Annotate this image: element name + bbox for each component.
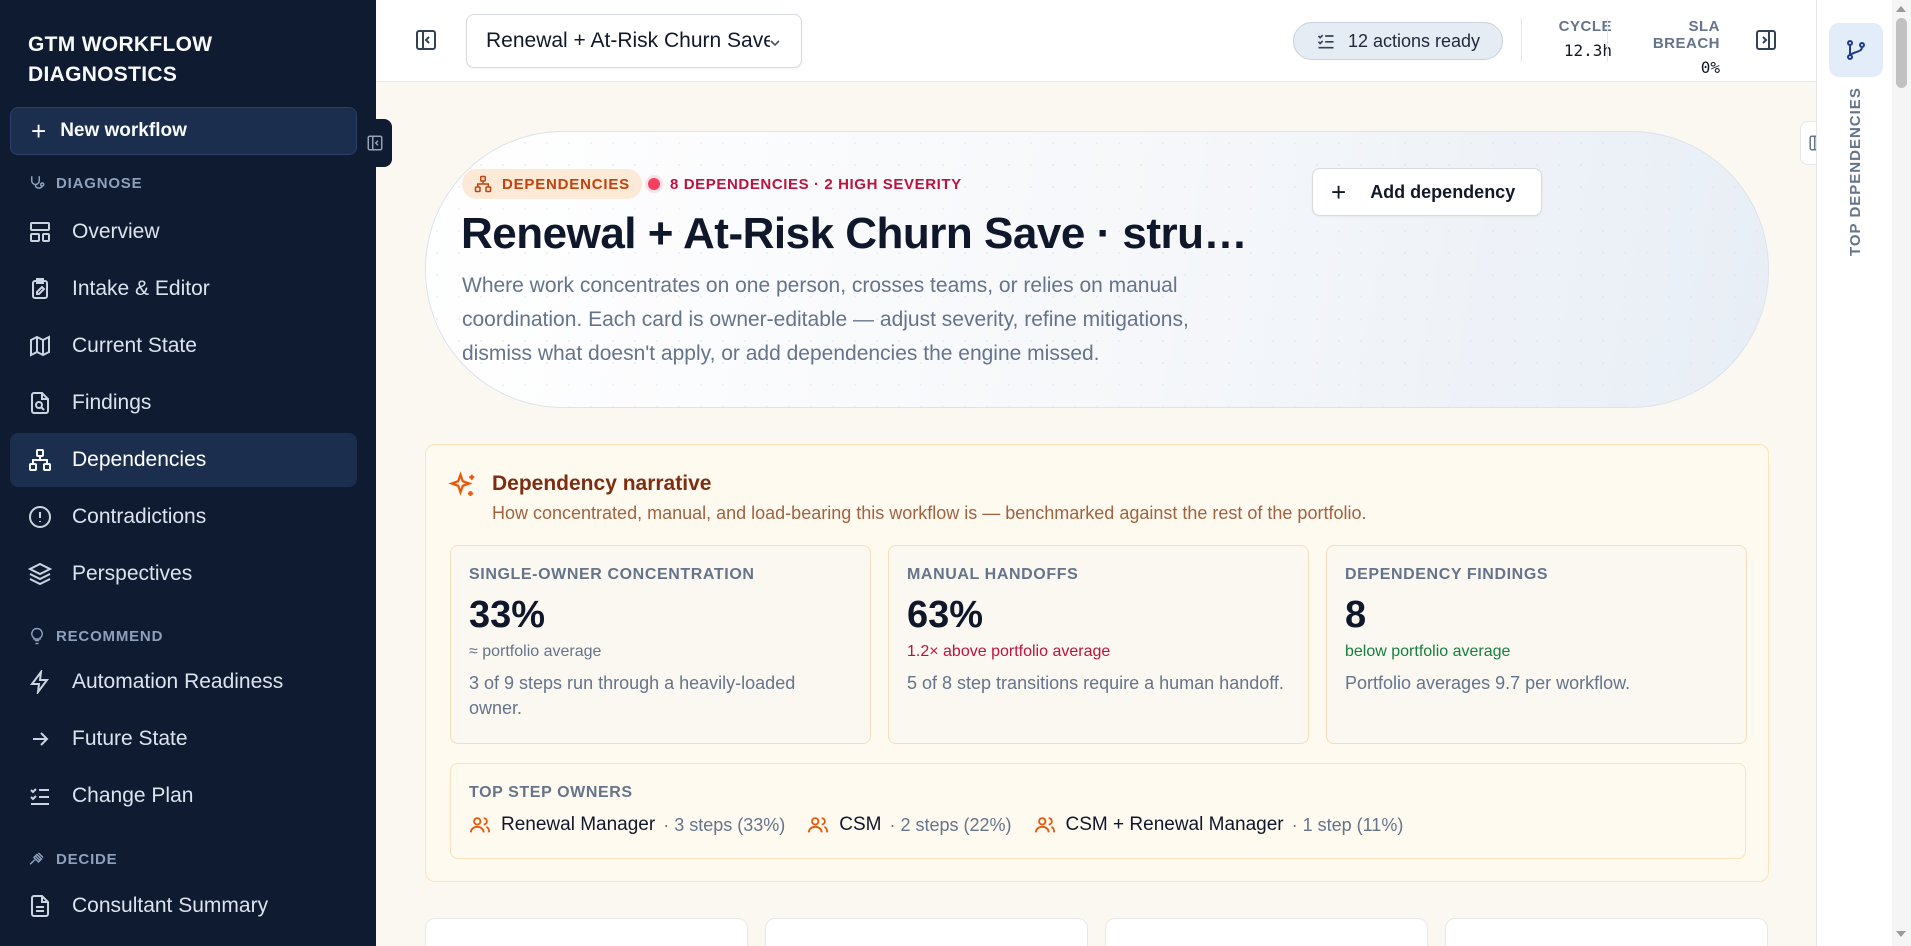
section-decide: DECIDE (28, 850, 117, 868)
sidebar-item-overview[interactable]: Overview (10, 205, 357, 259)
plus-icon: + (31, 116, 47, 146)
owner-item: CSM + Renewal Manager · 1 step (11%) (1034, 814, 1403, 836)
chevron-down-icon (770, 40, 780, 47)
narrative-title: Dependency narrative (492, 472, 712, 495)
alert-circle-icon (29, 506, 51, 528)
git-branch-icon (1847, 40, 1865, 60)
sidebar-item-future-state[interactable]: Future State (10, 712, 357, 766)
panel-left-icon (416, 30, 436, 50)
list-checks-icon (30, 788, 49, 805)
lightning-icon (30, 670, 49, 694)
metric-card-handoffs: MANUAL HANDOFFS 63% 1.2× above portfolio… (888, 545, 1309, 744)
sidebar-item-perspectives[interactable]: Perspectives (10, 547, 357, 601)
sidebar-collapse-button[interactable] (358, 119, 392, 167)
new-workflow-label: New workflow (60, 120, 187, 141)
new-workflow-button[interactable]: + New workflow (10, 107, 357, 155)
section-diagnose: DIAGNOSE (28, 174, 142, 192)
file-search-icon (31, 392, 49, 414)
sidebar-item-findings[interactable]: Findings (10, 376, 357, 430)
top-bar: Renewal + At-Risk Churn Save 12 actions … (376, 0, 1816, 82)
arrow-right-icon (33, 732, 49, 746)
brand-title: GTM WORKFLOW DIAGNOSTICS (28, 33, 213, 86)
page-title: Renewal + At-Risk Churn Save · stru… (461, 209, 1248, 258)
severity-badge: 8 DEPENDENCIES · 2 HIGH SEVERITY (648, 169, 962, 199)
layers-icon (28, 562, 52, 586)
panel-left-close-icon (367, 135, 383, 151)
scroll-down-arrow[interactable] (1896, 931, 1906, 937)
top-dependencies-label: TOP DEPENDENCIES (1847, 87, 1864, 256)
scroll-thumb[interactable] (1896, 18, 1907, 88)
section-recommend: RECOMMEND (28, 627, 163, 645)
users-icon (808, 817, 829, 833)
sidebar-item-intake[interactable]: Intake & Editor (10, 262, 357, 316)
metric-card-findings: DEPENDENCY FINDINGS 8 below portfolio av… (1326, 545, 1747, 744)
list-checks-icon (1317, 34, 1334, 49)
page-description: Where work concentrates on one person, c… (462, 274, 1189, 365)
scroll-up-arrow[interactable] (1896, 6, 1906, 12)
network-icon (474, 175, 492, 193)
sidebar-item-automation[interactable]: Automation Readiness (10, 655, 357, 709)
dependency-card[interactable] (1445, 918, 1768, 946)
sidebar-item-change-plan[interactable]: Change Plan (10, 769, 357, 823)
stethoscope-icon (31, 176, 45, 189)
top-step-owners: TOP STEP OWNERS Renewal Manager · 3 step… (450, 763, 1746, 859)
top-dependencies-button[interactable] (1829, 23, 1883, 77)
dependency-card[interactable] (425, 918, 748, 946)
gavel-icon (29, 852, 44, 865)
owner-item: Renewal Manager · 3 steps (33%) (469, 814, 785, 836)
scrollbar[interactable] (1892, 0, 1911, 946)
plus-icon: + (1331, 177, 1347, 207)
toggle-right-panel-button[interactable] (1754, 28, 1778, 57)
layout-icon (30, 222, 50, 242)
sidebar-item-current-state[interactable]: Current State (10, 319, 357, 373)
sidebar-item-contradictions[interactable]: Contradictions (10, 490, 357, 544)
owner-item: CSM · 2 steps (22%) (807, 814, 1012, 836)
sidebar-item-dependencies[interactable]: Dependencies (10, 433, 357, 487)
clipboard-edit-icon (32, 278, 48, 299)
dependency-card[interactable] (765, 918, 1088, 946)
metric-card-concentration: SINGLE-OWNER CONCENTRATION 33% ≈ portfol… (450, 545, 871, 744)
add-dependency-button[interactable]: + Add dependency (1312, 168, 1542, 216)
dependencies-badge: DEPENDENCIES (462, 169, 642, 199)
toggle-sidebar-button[interactable] (414, 28, 438, 57)
sla-metric: SLA BREACH 0% (1652, 18, 1720, 77)
panel-right-icon (1756, 30, 1776, 50)
cycle-metric: CYCLE 12.3h (1558, 18, 1612, 60)
dependency-narrative-panel: Dependency narrative How concentrated, m… (425, 444, 1769, 882)
users-icon (469, 817, 491, 833)
hero-panel: DEPENDENCIES 8 DEPENDENCIES · 2 HIGH SEV… (425, 131, 1769, 408)
workflow-select-value: Renewal + At-Risk Churn Save (486, 29, 770, 52)
workflow-select[interactable]: Renewal + At-Risk Churn Save (466, 14, 802, 68)
sparkles-icon (448, 471, 478, 506)
map-icon (30, 335, 50, 357)
status-dot (648, 178, 660, 190)
users-icon (1034, 817, 1055, 833)
divider (1607, 18, 1608, 62)
dependency-card[interactable] (1105, 918, 1428, 946)
narrative-subtitle: How concentrated, manual, and load-beari… (492, 503, 1367, 523)
divider (1521, 18, 1522, 62)
document-icon (31, 895, 49, 917)
network-icon (29, 449, 51, 471)
actions-ready-button[interactable]: 12 actions ready (1293, 22, 1503, 60)
lightbulb-icon (31, 627, 43, 645)
sidebar: GTM WORKFLOW DIAGNOSTICS + New workflow … (0, 0, 376, 946)
sidebar-item-consultant-summary[interactable]: Consultant Summary (10, 879, 357, 933)
